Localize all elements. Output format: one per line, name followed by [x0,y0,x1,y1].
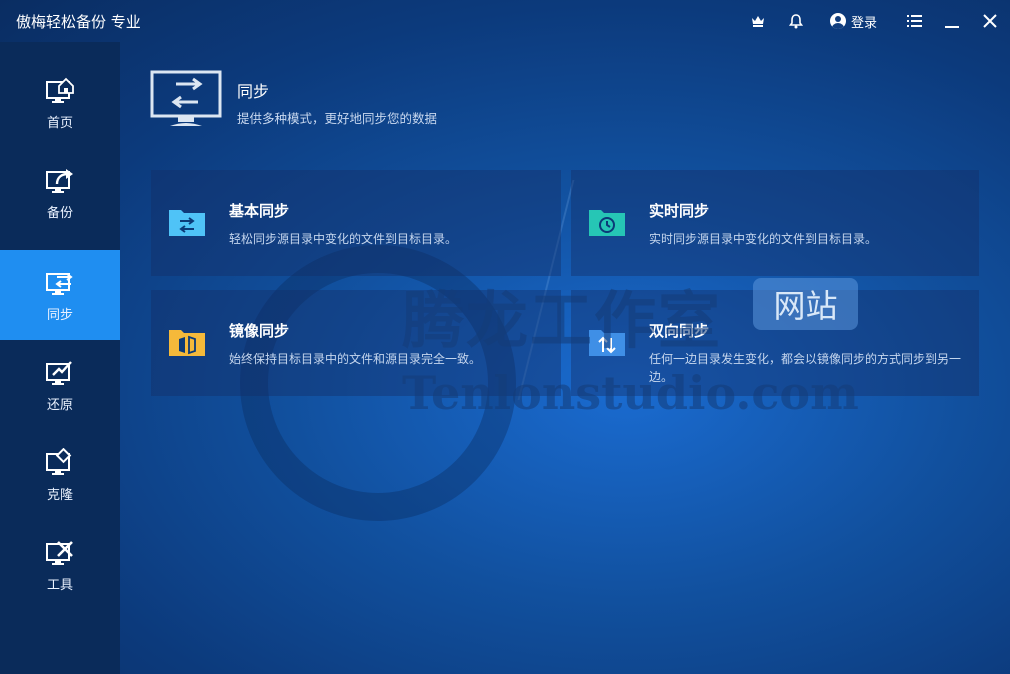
login-button[interactable]: 登录 [830,10,877,32]
tools-icon [46,540,73,565]
basic-sync-card[interactable]: 基本同步 轻松同步源目录中变化的文件到目标目录。 [151,170,561,276]
sidebar-item-label: 首页 [46,115,73,131]
minimize-icon[interactable] [941,10,963,32]
sidebar-item-sync[interactable]: 同步 [0,250,120,340]
sidebar-item-label: 克隆 [46,487,73,503]
crown-icon[interactable] [747,10,769,32]
sync-icon [46,272,73,295]
sidebar-item-label: 同步 [46,307,73,323]
mirror-sync-card[interactable]: 镜像同步 始终保持目标目录中的文件和源目录完全一致。 [151,290,561,396]
option-title: 双向同步 [649,322,710,340]
home-monitor-icon [46,77,74,103]
sidebar-item-label: 还原 [46,397,73,413]
realtime-sync-card[interactable]: 实时同步 实时同步源目录中变化的文件到目标目录。 [571,170,979,276]
page-subtitle: 提供多种模式，更好地同步您的数据 [237,111,438,126]
menu-list-icon[interactable] [903,10,925,32]
realtime-sync-folder-icon [589,210,625,236]
sidebar-item-label: 备份 [46,205,73,221]
backup-icon [46,168,73,193]
login-label: 登录 [851,15,878,31]
sidebar-item-label: 工具 [46,577,73,593]
restore-icon [46,360,72,385]
option-description: 始终保持目标目录中的文件和源目录完全一致。 [229,352,482,366]
basic-sync-folder-icon [169,210,205,236]
sidebar-item-backup[interactable]: 备份 [0,148,120,238]
app-title: 傲梅轻松备份 专业 [16,13,141,31]
mirror-sync-folder-icon [169,330,205,356]
page-title: 同步 [237,82,270,101]
option-description: 实时同步源目录中变化的文件到目标目录。 [649,232,878,246]
two-way-sync-card[interactable]: 双向同步 任何一边目录发生变化，都会以镜像同步的方式同步到另一边。 [571,290,979,396]
sidebar-item-clone[interactable]: 克隆 [0,430,120,520]
sync-monitor-icon [150,70,222,126]
sidebar: 首页 备份 同步 还原 克隆 工具 [0,42,120,674]
sidebar-item-restore[interactable]: 还原 [0,340,120,430]
app-window: 傲梅轻松备份 专业 登录 首页 备份 同步 还原 克隆 工具 同步 提供多种模式… [0,0,1010,674]
sidebar-item-tools[interactable]: 工具 [0,520,120,610]
sidebar-item-home[interactable]: 首页 [0,58,120,148]
option-description: 任何一边目录发生变化，都会以镜像同步的方式同步到另一边。 [649,352,962,384]
bell-icon[interactable] [785,10,807,32]
two-way-sync-folder-icon [589,330,625,356]
close-icon[interactable] [979,10,1001,32]
option-description: 轻松同步源目录中变化的文件到目标目录。 [229,232,458,246]
option-title: 实时同步 [649,202,710,220]
user-icon [830,13,846,29]
option-title: 基本同步 [229,202,290,220]
option-title: 镜像同步 [229,322,290,340]
title-bar: 傲梅轻松备份 专业 登录 [0,0,1010,42]
clone-icon [46,447,72,475]
